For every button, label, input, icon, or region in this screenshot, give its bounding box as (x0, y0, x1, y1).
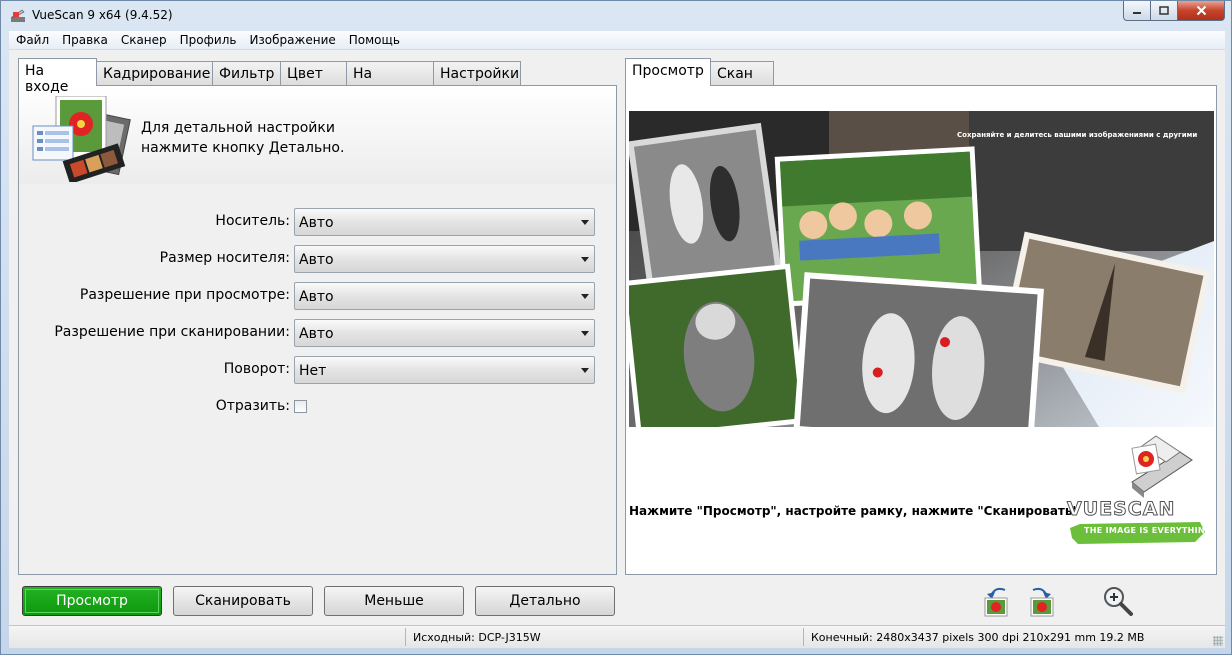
chevron-down-icon (581, 368, 589, 373)
minimize-button[interactable] (1123, 1, 1151, 21)
minimize-icon (1133, 11, 1141, 14)
tab-scan[interactable]: Скан (710, 61, 774, 86)
media-label: Носитель: (215, 213, 290, 229)
preview-panel: Сохраняйте и делитесь вашими изображения… (625, 85, 1217, 575)
menu-scanner[interactable]: Сканер (114, 33, 173, 47)
scan-resolution-select[interactable]: Авто (294, 319, 595, 347)
chevron-down-icon (581, 257, 589, 262)
media-size-row: Размер носителя: Авто (19, 245, 616, 273)
vuescan-tagline: THE IMAGE IS EVERYTHING (1084, 526, 1212, 535)
tab-preview[interactable]: Просмотр (625, 58, 711, 86)
maximize-icon (1159, 5, 1169, 15)
input-settings-panel: Для детальной настройки нажмите кнопку Д… (18, 85, 617, 575)
app-window: VueScan 9 x64 (9.4.52) Файл Правка Скане… (0, 0, 1232, 655)
scan-button[interactable]: Сканировать (173, 586, 313, 616)
close-icon (1196, 5, 1206, 16)
resize-grip-icon[interactable] (1213, 636, 1223, 646)
hint-header: Для детальной настройки нажмите кнопку Д… (19, 86, 616, 184)
tab-color[interactable]: Цвет (280, 61, 347, 86)
preview-resolution-row: Разрешение при просмотре: Авто (19, 282, 616, 310)
collage-caption: Сохраняйте и делитесь вашими изображения… (957, 131, 1198, 139)
rotation-value: Нет (299, 363, 327, 379)
vuescan-logo-text: VUESCAN (1066, 498, 1176, 521)
mirror-checkbox[interactable] (294, 400, 307, 413)
less-button-label: Меньше (364, 593, 424, 609)
menu-edit[interactable]: Правка (55, 33, 114, 47)
status-separator (405, 628, 406, 646)
tab-input[interactable]: На входе (18, 58, 97, 95)
maximize-button[interactable] (1151, 1, 1178, 21)
preview-button[interactable]: Просмотр (22, 586, 162, 616)
status-bar: Исходный: DCP-J315W Конечный: 2480x3437 … (9, 625, 1225, 648)
menu-profile[interactable]: Профиль (173, 33, 243, 47)
settings-tabs: На входе Кадрирование Фильтр Цвет На вых… (18, 58, 521, 98)
preview-image[interactable]: Сохраняйте и делитесь вашими изображения… (629, 111, 1214, 427)
scan-resolution-label: Разрешение при сканировании: (54, 324, 290, 340)
rotation-select[interactable]: Нет (294, 356, 595, 384)
zoom-in-icon[interactable] (1101, 584, 1135, 618)
menu-image[interactable]: Изображение (242, 33, 341, 47)
preview-button-label: Просмотр (56, 593, 128, 609)
media-size-label: Размер носителя: (159, 250, 290, 266)
rotation-row: Поворот: Нет (19, 356, 616, 384)
window-controls (1123, 1, 1225, 21)
mirror-label: Отразить: (215, 398, 290, 414)
output-status: Конечный: 2480x3437 pixels 300 dpi 210x2… (811, 631, 1145, 644)
menu-file[interactable]: Файл (9, 33, 55, 47)
client-area: На входе Кадрирование Фильтр Цвет На вых… (9, 50, 1225, 648)
scan-resolution-row: Разрешение при сканировании: Авто (19, 319, 616, 347)
chevron-down-icon (581, 294, 589, 299)
rotation-label: Поворот: (223, 361, 290, 377)
source-status: Исходный: DCP-J315W (413, 631, 541, 644)
settings-photo-icon (32, 96, 131, 182)
hint-line-2: нажмите кнопку Детально. (141, 140, 345, 156)
media-row: Носитель: Авто (19, 208, 616, 236)
preview-instructions: Нажмите "Просмотр", настройте рамку, наж… (629, 504, 1079, 518)
menu-bar: Файл Правка Сканер Профиль Изображение П… (9, 31, 1225, 50)
rotate-left-icon[interactable] (981, 584, 1015, 618)
scan-resolution-value: Авто (299, 326, 334, 342)
rotate-right-icon[interactable] (1023, 584, 1057, 618)
tab-crop[interactable]: Кадрирование (96, 61, 213, 86)
chevron-down-icon (581, 331, 589, 336)
preview-resolution-label: Разрешение при просмотре: (79, 287, 290, 303)
more-button-label: Детально (509, 593, 581, 609)
media-value: Авто (299, 215, 334, 231)
title-bar[interactable]: VueScan 9 x64 (9.4.52) (1, 1, 1231, 31)
view-tabs: Просмотр Скан (625, 58, 774, 86)
preview-resolution-value: Авто (299, 289, 334, 305)
vuescan-logo-icon (1131, 435, 1193, 498)
hint-line-1: Для детальной настройки (141, 120, 335, 136)
status-separator (803, 628, 804, 646)
hint-text: Для детальной настройки нажмите кнопку Д… (141, 118, 441, 158)
media-select[interactable]: Авто (294, 208, 595, 236)
tab-filter[interactable]: Фильтр (212, 61, 281, 86)
more-button[interactable]: Детально (475, 586, 615, 616)
less-button[interactable]: Меньше (324, 586, 464, 616)
vuescan-app-icon[interactable] (10, 8, 26, 24)
chevron-down-icon (581, 220, 589, 225)
media-size-value: Авто (299, 252, 334, 268)
close-button[interactable] (1178, 1, 1225, 21)
mirror-row: Отразить: (19, 393, 616, 421)
tab-output[interactable]: На выходе (346, 61, 434, 98)
window-title: VueScan 9 x64 (9.4.52) (32, 8, 173, 22)
photo-collage (629, 111, 1214, 427)
menu-help[interactable]: Помощь (342, 33, 406, 47)
media-size-select[interactable]: Авто (294, 245, 595, 273)
tab-prefs[interactable]: Настройки (433, 61, 521, 86)
scan-button-label: Сканировать (195, 593, 291, 609)
preview-resolution-select[interactable]: Авто (294, 282, 595, 310)
